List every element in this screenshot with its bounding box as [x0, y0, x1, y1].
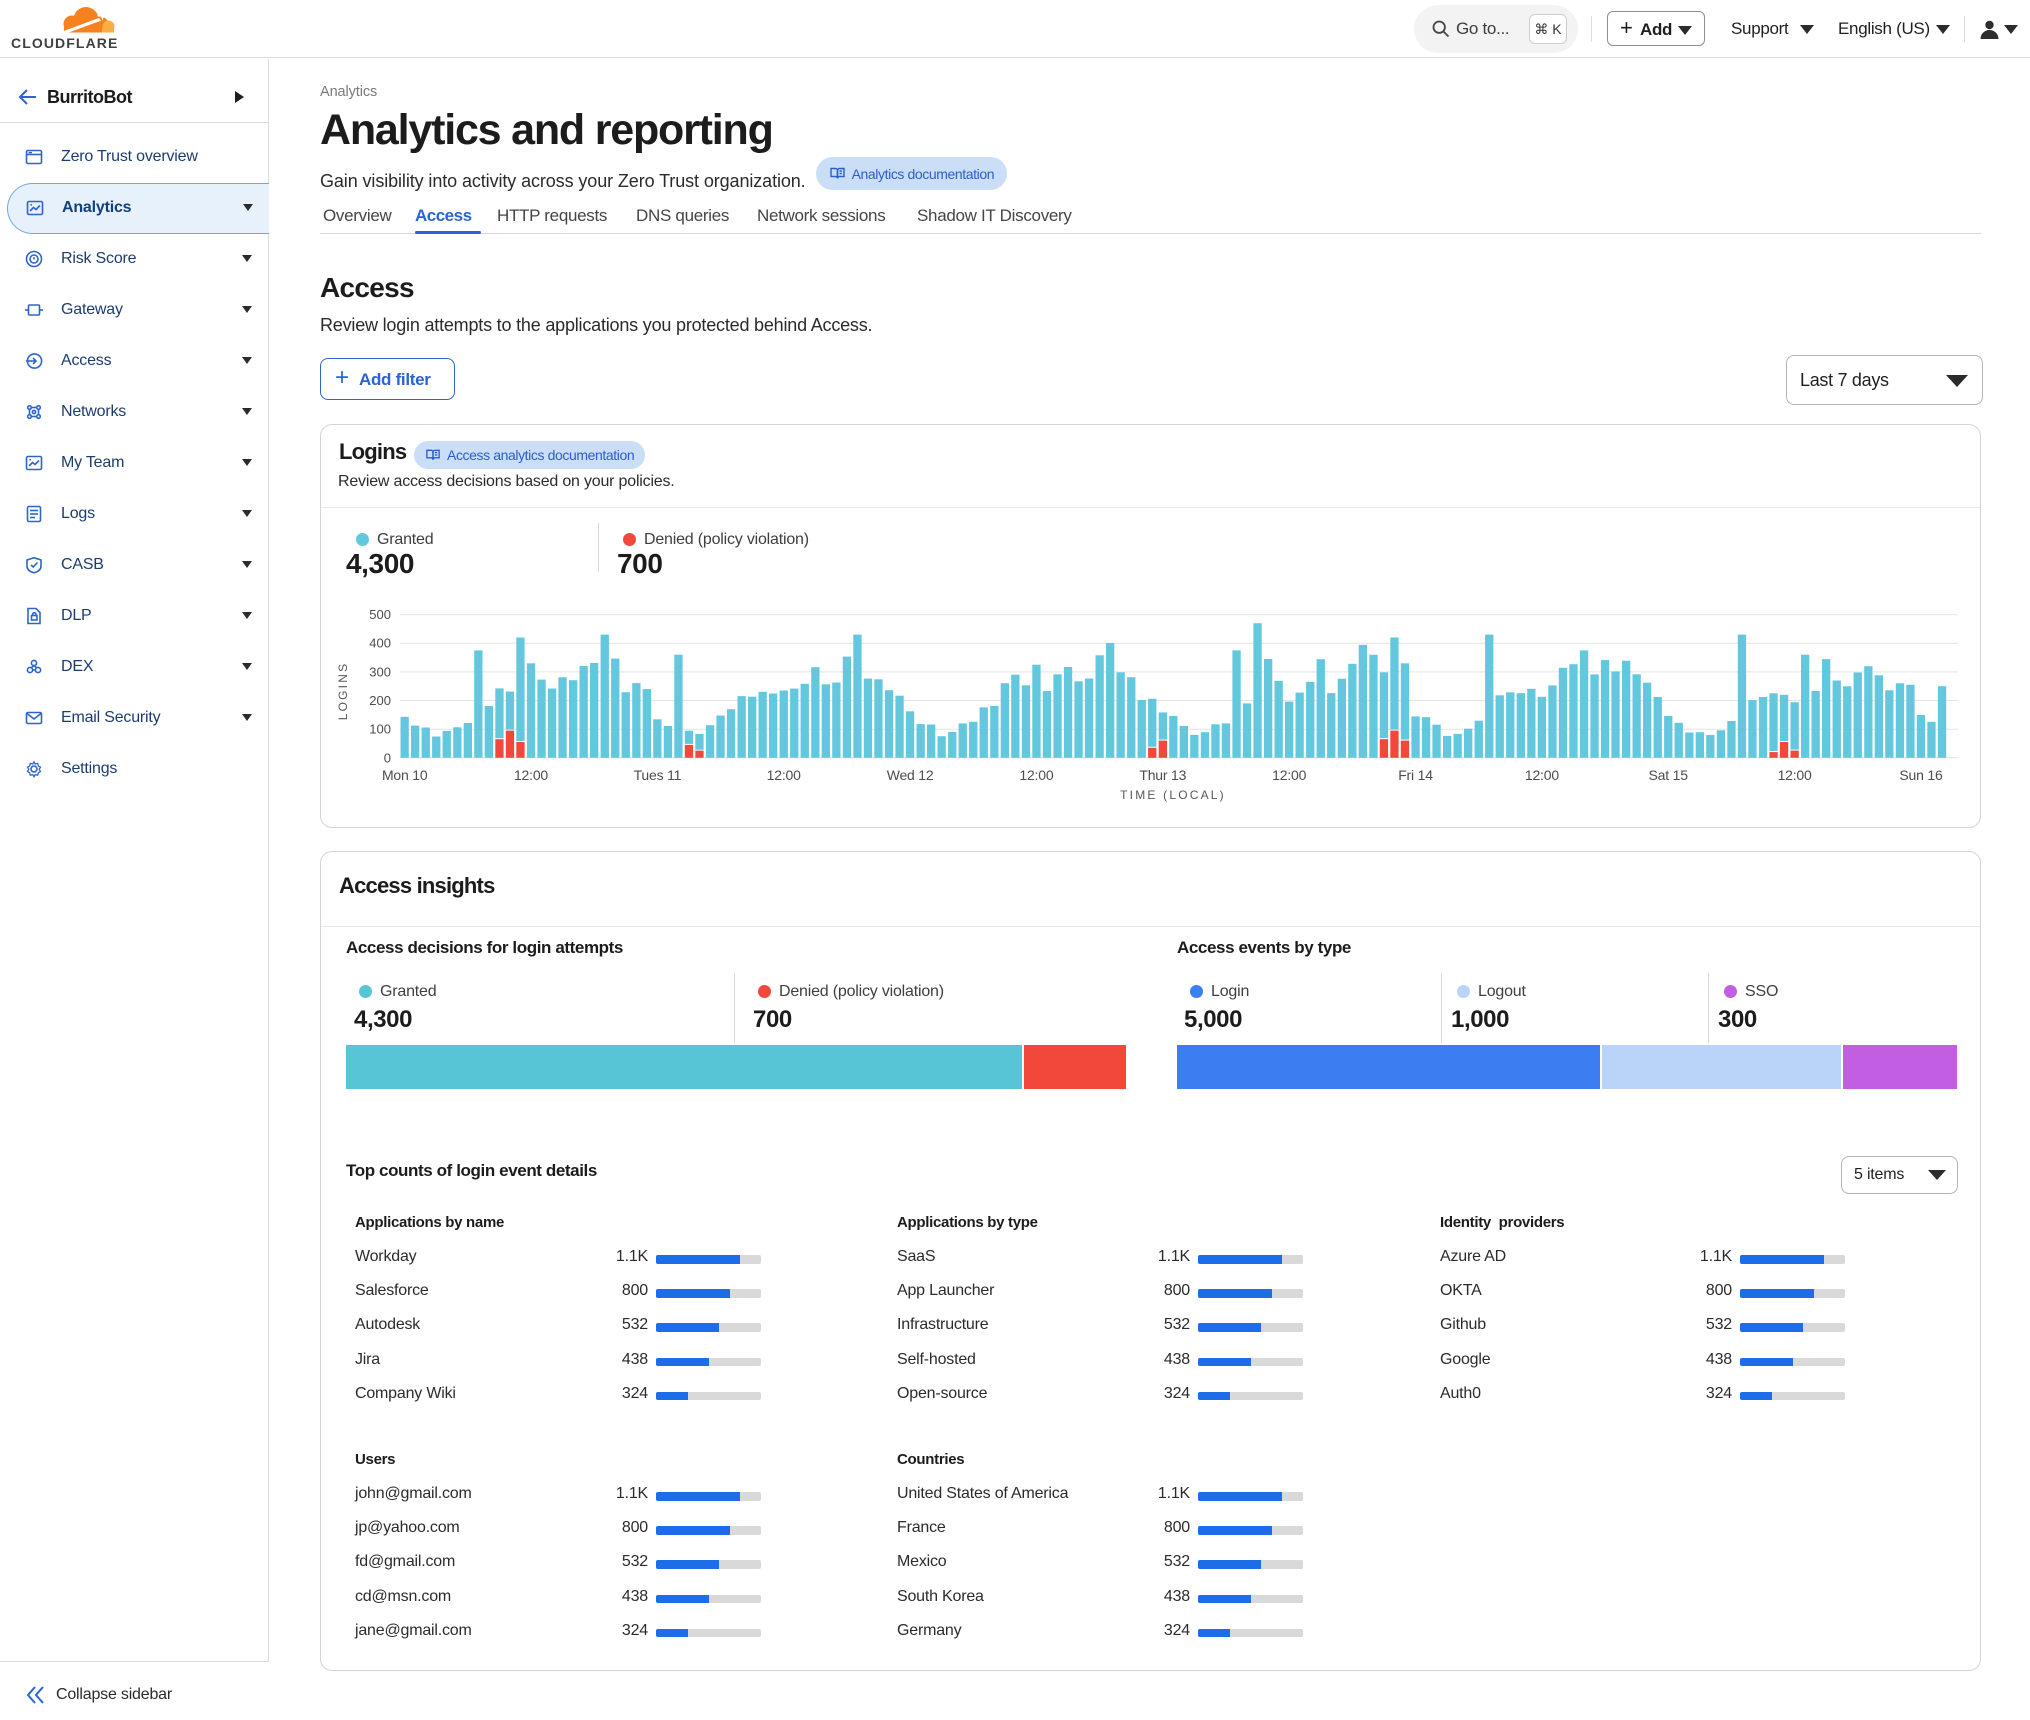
- svg-text:300: 300: [369, 664, 391, 679]
- svg-text:Wed 12: Wed 12: [887, 767, 934, 783]
- svg-text:LOGINS: LOGINS: [336, 662, 350, 721]
- svg-text:Sat 15: Sat 15: [1649, 767, 1689, 783]
- svg-text:CLOUDFLARE: CLOUDFLARE: [11, 35, 118, 51]
- svg-text:12:00: 12:00: [1778, 767, 1812, 783]
- svg-text:Tues 11: Tues 11: [634, 767, 682, 783]
- svg-text:12:00: 12:00: [1272, 767, 1306, 783]
- svg-text:12:00: 12:00: [1525, 767, 1559, 783]
- svg-text:500: 500: [369, 607, 391, 622]
- svg-text:12:00: 12:00: [514, 767, 548, 783]
- svg-text:Mon 10: Mon 10: [382, 767, 428, 783]
- svg-text:200: 200: [369, 693, 391, 708]
- svg-text:TIME (LOCAL): TIME (LOCAL): [1120, 788, 1226, 802]
- svg-text:12:00: 12:00: [1019, 767, 1053, 783]
- svg-text:12:00: 12:00: [767, 767, 801, 783]
- svg-text:Sun 16: Sun 16: [1899, 767, 1943, 783]
- svg-text:100: 100: [369, 722, 391, 737]
- svg-text:400: 400: [369, 636, 391, 651]
- svg-text:Thur 13: Thur 13: [1139, 767, 1186, 783]
- svg-text:Fri 14: Fri 14: [1398, 767, 1433, 783]
- svg-text:0: 0: [384, 750, 391, 765]
